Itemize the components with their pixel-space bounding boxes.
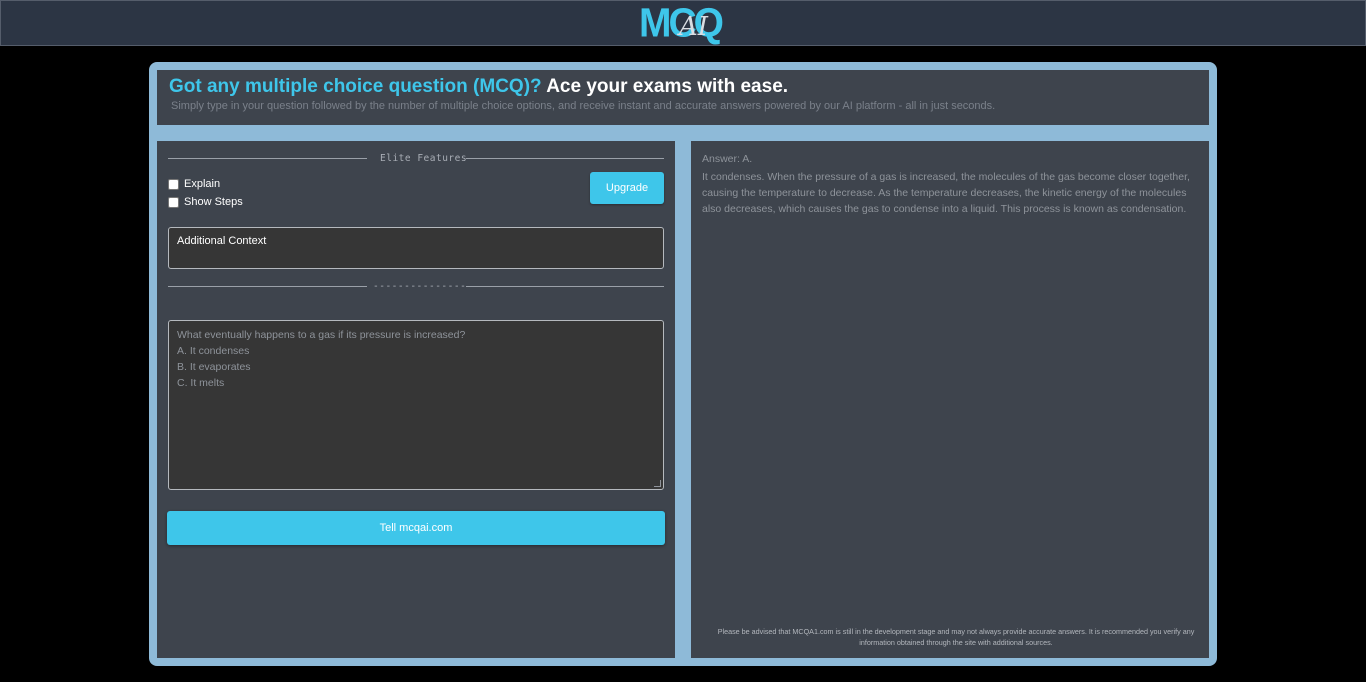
question-panel: Elite Features Explain Show Steps Upgrad…: [157, 141, 675, 658]
question-option-a: A. It condenses: [177, 345, 250, 357]
explain-label[interactable]: Explain: [184, 178, 220, 190]
logo-ai-text: AI: [679, 12, 709, 42]
page-subtitle: Simply type in your question followed by…: [171, 100, 996, 112]
show-steps-label[interactable]: Show Steps: [184, 196, 243, 208]
separator-line-left: [168, 286, 367, 287]
question-input[interactable]: What eventually happens to a gas if its …: [168, 320, 664, 490]
answer-panel: Answer: A. It condenses. When the pressu…: [691, 141, 1209, 658]
page-title-rest: Ace your exams with ease.: [541, 76, 789, 97]
separator-line-right: [466, 286, 664, 287]
elite-features-label: Elite Features: [380, 153, 468, 164]
question-option-c: C. It melts: [177, 377, 225, 389]
answer-text: It condenses. When the pressure of a gas…: [702, 171, 1190, 215]
explain-option[interactable]: Explain: [168, 176, 220, 192]
explain-checkbox[interactable]: [168, 178, 179, 190]
resize-handle-icon[interactable]: [654, 480, 661, 487]
disclaimer-text: Please be advised that MCQA1.com is stil…: [717, 627, 1195, 647]
question-option-b: B. It evaporates: [177, 361, 251, 373]
page-title: Got any multiple choice question (MCQ)? …: [169, 76, 788, 98]
submit-button[interactable]: Tell mcqai.com: [167, 511, 665, 545]
additional-context-input[interactable]: Additional Context: [168, 227, 664, 269]
upgrade-button[interactable]: Upgrade: [590, 172, 664, 204]
answer-label: Answer: A.: [702, 153, 753, 165]
mcqai-logo[interactable]: MCQ AI: [639, 2, 734, 44]
divider-line-left: [168, 158, 367, 159]
top-bar: MCQ AI: [0, 0, 1366, 46]
question-line: What eventually happens to a gas if its …: [177, 329, 466, 341]
page-title-accent: Got any multiple choice question (MCQ)?: [169, 76, 542, 97]
show-steps-checkbox[interactable]: [168, 196, 179, 208]
header-panel: Got any multiple choice question (MCQ)? …: [157, 70, 1209, 125]
show-steps-option[interactable]: Show Steps: [168, 194, 243, 210]
divider-line-right: [466, 158, 664, 159]
separator-dashes: ---------------: [373, 281, 467, 292]
